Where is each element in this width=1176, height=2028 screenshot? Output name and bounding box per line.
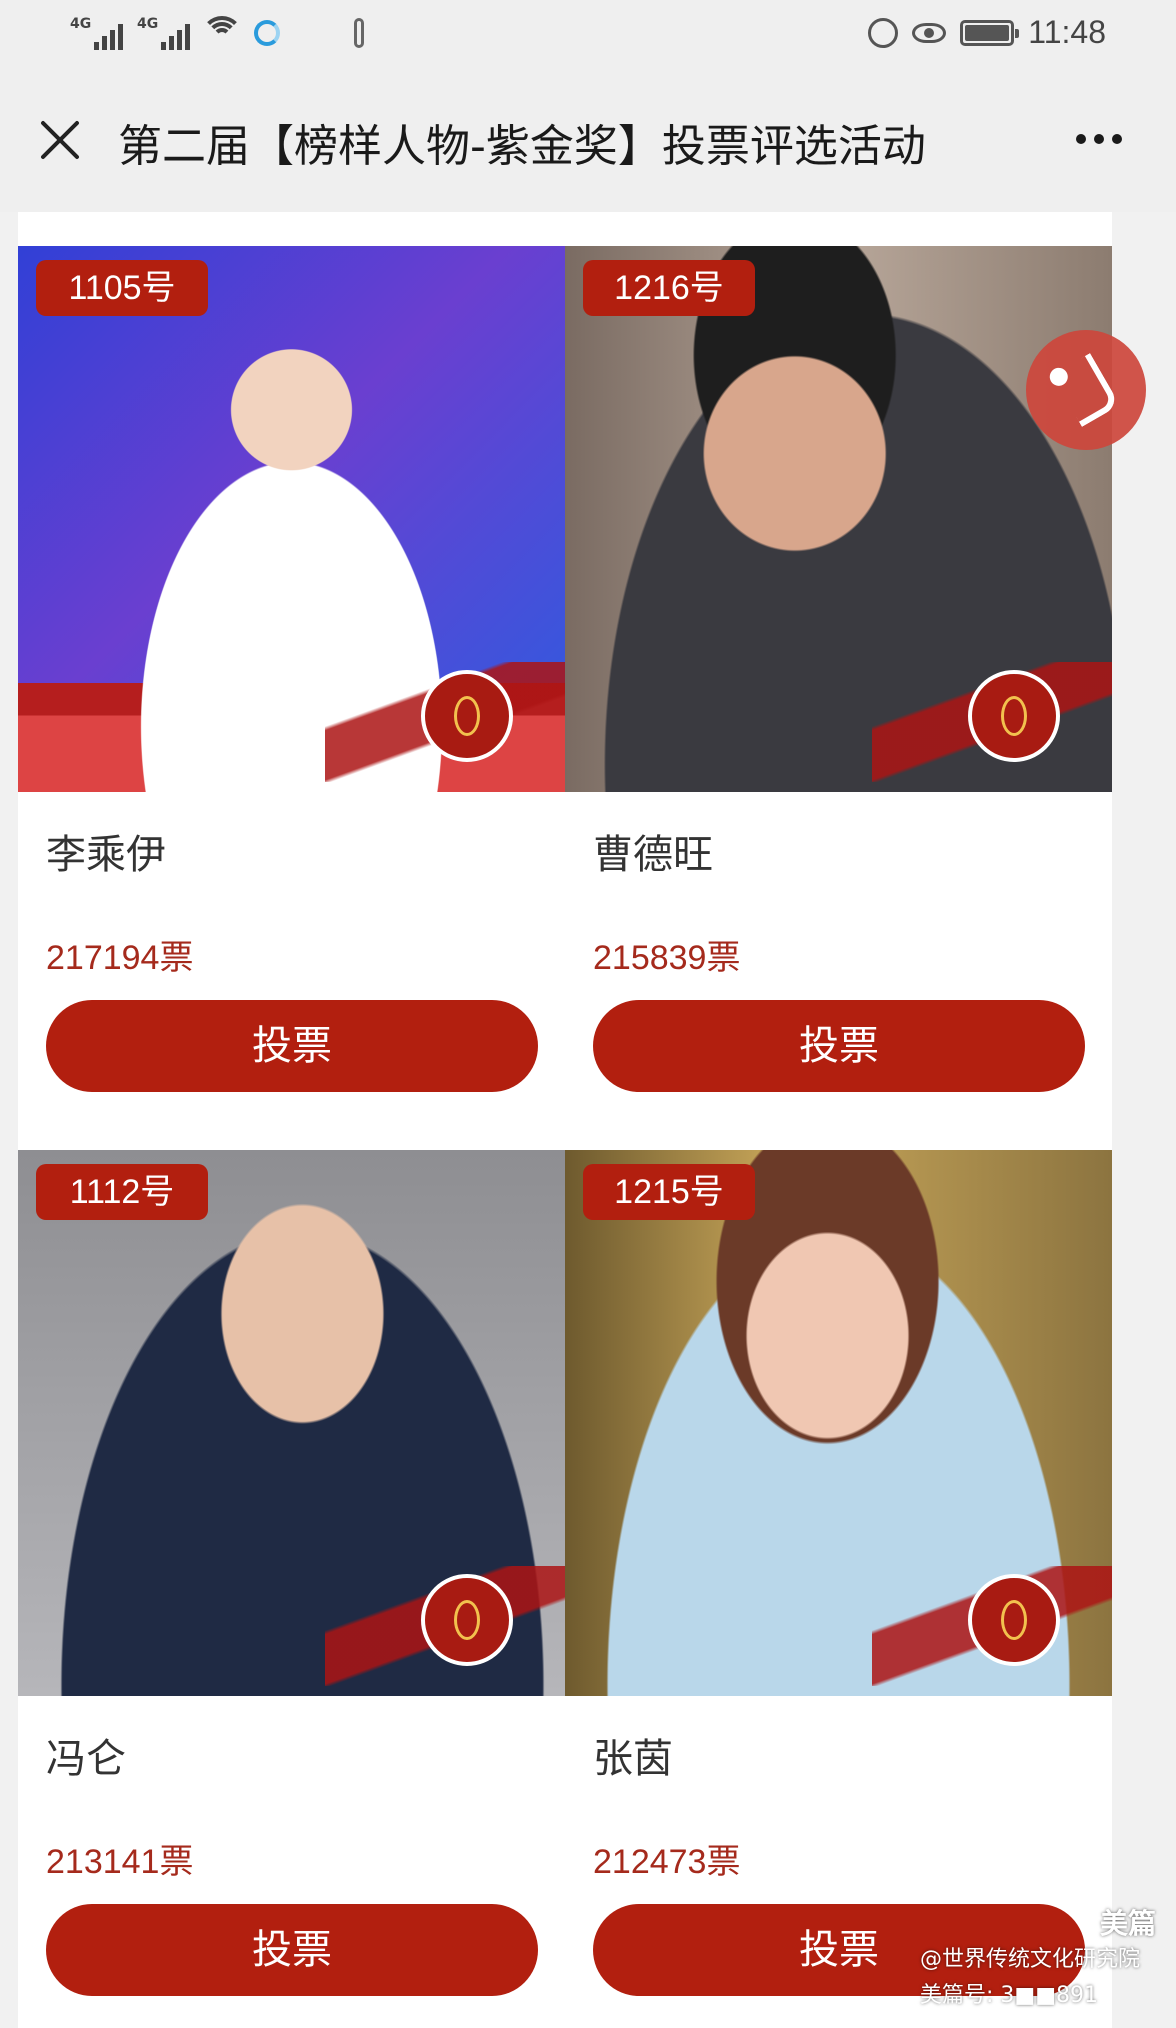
signal-label: 4G <box>70 16 92 32</box>
vote-button[interactable]: 投票 <box>46 1904 538 1996</box>
candidate-card[interactable]: 1216号 曹德旺 215839票 投票 <box>565 212 1112 1124</box>
candidate-photo[interactable]: 1215号 <box>565 1150 1112 1696</box>
eye-icon <box>912 22 947 43</box>
status-right: 11:48 <box>868 14 1106 51</box>
candidate-photo[interactable]: 1105号 <box>18 246 565 792</box>
signal-label-2: 4G <box>137 16 159 32</box>
watermark-id: 美篇号: 3■■891 <box>920 1983 1098 2008</box>
battery-icon <box>960 19 1020 46</box>
music-note-icon <box>1051 353 1121 427</box>
sync-icon <box>254 20 280 46</box>
candidate-photo[interactable]: 1112号 <box>18 1150 565 1696</box>
models-logo <box>968 670 1060 762</box>
floating-music-button[interactable] <box>1026 330 1146 450</box>
vote-count: 215839票 <box>593 939 741 977</box>
title-bar: 第二届【榜样人物-紫金奖】投票评选活动 <box>0 72 1176 212</box>
candidate-card[interactable]: 1105号 李乘伊 217194票 投票 <box>18 212 565 1124</box>
watermark-account: @世界传统文化研究院 <box>920 1947 1141 1972</box>
candidate-number-badge: 1215号 <box>583 1164 755 1220</box>
vote-button[interactable]: 投票 <box>46 1000 538 1092</box>
candidate-number-badge: 1112号 <box>36 1164 208 1220</box>
candidate-photo[interactable]: 1216号 <box>565 246 1112 792</box>
candidate-card[interactable]: 1112号 冯仑 213141票 投票 <box>18 1116 565 2028</box>
status-bar: 4G 4G 11:48 <box>0 0 1176 72</box>
candidate-grid: 1105号 李乘伊 217194票 投票 1216号 曹德旺 215839票 投… <box>18 212 1112 2028</box>
page-title: 第二届【榜样人物-紫金奖】投票评选活动 <box>118 121 926 172</box>
cell-signal-icon: 4G <box>70 16 123 50</box>
vote-button[interactable]: 投票 <box>593 1000 1085 1092</box>
candidate-number-badge: 1216号 <box>583 260 755 316</box>
clock-time: 11:48 <box>1028 14 1106 50</box>
vote-count: 217194票 <box>46 939 194 977</box>
candidate-name: 李乘伊 <box>46 832 166 878</box>
more-options-icon[interactable] <box>1076 134 1122 144</box>
vote-count: 212473票 <box>593 1843 741 1881</box>
models-logo <box>421 1574 513 1666</box>
models-logo <box>968 1574 1060 1666</box>
close-icon[interactable] <box>34 114 86 166</box>
vote-count: 213141票 <box>46 1843 194 1881</box>
candidate-name: 张茵 <box>593 1736 673 1782</box>
candidate-name: 冯仑 <box>46 1736 126 1782</box>
watermark-brand: 美篇 <box>1099 1907 1156 1940</box>
candidate-card[interactable]: 1215号 张茵 212473票 投票 <box>565 1116 1112 2028</box>
status-left: 4G 4G <box>70 16 364 50</box>
candidate-number-badge: 1105号 <box>36 260 208 316</box>
models-logo <box>421 670 513 762</box>
alarm-icon <box>868 17 899 48</box>
watermark: 美篇 @世界传统文化研究院 美篇号: 3■■891 <box>920 1906 1170 2014</box>
candidate-name: 曹德旺 <box>593 832 713 878</box>
wifi-icon <box>201 16 243 48</box>
cell-signal-icon-2: 4G <box>137 16 190 50</box>
thermometer-icon <box>354 18 364 48</box>
